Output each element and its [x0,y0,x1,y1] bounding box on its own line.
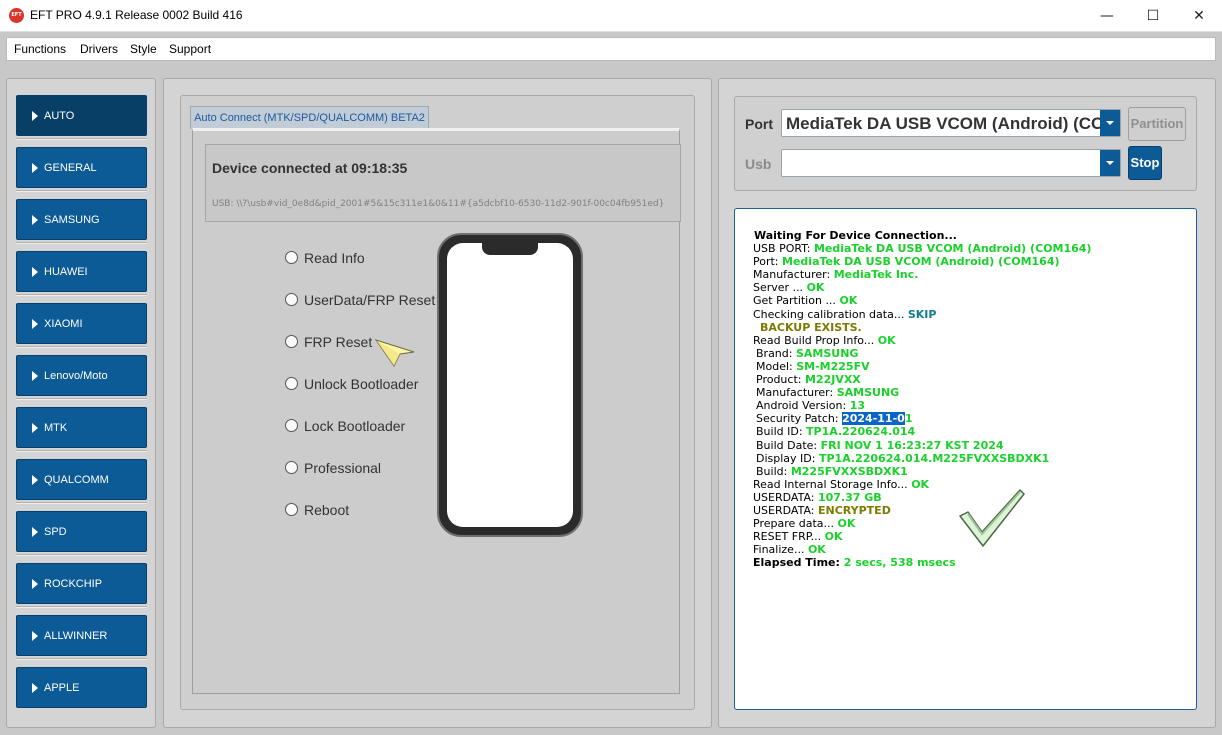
phone-screen [447,243,573,527]
selected-text[interactable]: 2024-11-0 [842,412,905,426]
menu-bar: Functions Drivers Style Support [6,37,1216,61]
triangle-right-icon [32,683,38,693]
log-line: Brand: SAMSUNG [756,346,859,360]
sidebar-item-allwinner[interactable]: ALLWINNER [16,615,147,656]
pointer-arrow-icon [374,339,415,367]
sidebar-item-general[interactable]: GENERAL [16,147,147,188]
tab-auto-connect[interactable]: Auto Connect (MTK/SPD/QUALCOMM) BETA2 [190,106,429,129]
menu-style[interactable]: Style [130,42,157,56]
usb-select[interactable] [781,149,1121,177]
radio-button[interactable] [285,503,298,516]
minimize-icon[interactable]: — [1084,0,1130,32]
phone-notch [482,243,538,255]
sidebar-item-rockchip[interactable]: ROCKCHIP [16,563,147,604]
log-line: Android Version: 13 [756,399,865,413]
sidebar-item-apple[interactable]: APPLE [16,667,147,708]
sidebar-item-qualcomm[interactable]: QUALCOMM [16,459,147,500]
log-line: Security Patch: 2024-11-01 [756,412,913,426]
menu-support[interactable]: Support [169,42,211,56]
menu-drivers[interactable]: Drivers [80,42,118,56]
triangle-right-icon [32,631,38,641]
chevron-down-icon[interactable] [1100,110,1120,136]
log-line: Model: SM-M225FV [756,359,870,373]
log-line: Port: MediaTek DA USB VCOM (Android) (CO… [753,255,1060,269]
triangle-right-icon [32,111,38,121]
checkmark-icon [959,489,1025,547]
radio-button[interactable] [285,293,298,306]
log-line: Product: M22JVXX [756,373,861,387]
triangle-right-icon [32,527,38,537]
sidebar-item-samsung[interactable]: SAMSUNG [16,199,147,240]
device-connected-title: Device connected at 09:18:35 [212,160,408,176]
log-line: Get Partition ... OK [753,294,858,308]
log-line: Manufacturer: MediaTek Inc. [753,268,919,282]
triangle-right-icon [32,475,38,485]
log-line: Build ID: TP1A.220624.014 [756,425,916,439]
log-line: BACKUP EXISTS. [760,320,862,334]
triangle-right-icon [32,423,38,433]
title-bar: EFT EFT PRO 4.9.1 Release 0002 Build 416… [0,0,1222,32]
log-line: Display ID: TP1A.220624.014.M225FVXXSBDX… [756,451,1050,465]
sidebar-item-huawei[interactable]: HUAWEI [16,251,147,292]
radio-button[interactable] [285,335,298,348]
radio-button[interactable] [285,251,298,264]
sidebar-item-lenovo-moto[interactable]: Lenovo/Moto [16,355,147,396]
log-line: Waiting For Device Connection... [754,229,957,242]
log-line: Manufacturer: SAMSUNG [756,386,900,400]
maximize-icon[interactable]: ☐ [1130,0,1176,32]
log-line: Build: M225FVXXSBDXK1 [756,464,908,478]
sidebar-item-xiaomi[interactable]: XIAOMI [16,303,147,344]
log-line: USB PORT: MediaTek DA USB VCOM (Android)… [753,242,1092,256]
log-line: Read Build Prop Info... OK [753,333,896,347]
partition-button[interactable]: Partition [1128,107,1186,141]
sidebar-item-auto[interactable]: AUTO [16,95,147,136]
radio-button[interactable] [285,377,298,390]
port-label: Port [745,116,773,132]
log-line: Build Date: FRI NOV 1 16:23:27 KST 2024 [756,438,1004,452]
triangle-right-icon [32,163,38,173]
port-select[interactable]: MediaTek DA USB VCOM (Android) (COM164) [781,109,1121,137]
triangle-right-icon [32,319,38,329]
log-line: Checking calibration data... SKIP [753,307,937,321]
phone-illustration [437,233,583,537]
triangle-right-icon [32,215,38,225]
port-select-value: MediaTek DA USB VCOM (Android) (COM164) [786,114,1100,133]
triangle-right-icon [32,371,38,381]
app-logo-icon: EFT [9,8,24,23]
radio-button[interactable] [285,461,298,474]
window-title: EFT PRO 4.9.1 Release 0002 Build 416 [30,8,243,22]
close-icon[interactable]: ✕ [1176,0,1222,32]
stop-button[interactable]: Stop [1128,146,1162,180]
chevron-down-icon[interactable] [1100,150,1120,176]
sidebar-item-spd[interactable]: SPD [16,511,147,552]
radio-button[interactable] [285,419,298,432]
triangle-right-icon [32,579,38,589]
menu-functions[interactable]: Functions [14,42,66,56]
log-line: Elapsed Time: 2 secs, 538 msecs [753,556,956,570]
log-output[interactable]: Waiting For Device Connection... USB POR… [734,208,1197,710]
usb-label: Usb [745,156,772,172]
triangle-right-icon [32,267,38,277]
device-status-box: Device connected at 09:18:35 USB: \\?\us… [205,144,681,222]
device-usb-path: USB: \\?\usb#vid_0e8d&pid_2001#5&15c311e… [212,199,665,209]
sidebar-item-mtk[interactable]: MTK [16,407,147,448]
log-line: Server ... OK [753,281,825,295]
